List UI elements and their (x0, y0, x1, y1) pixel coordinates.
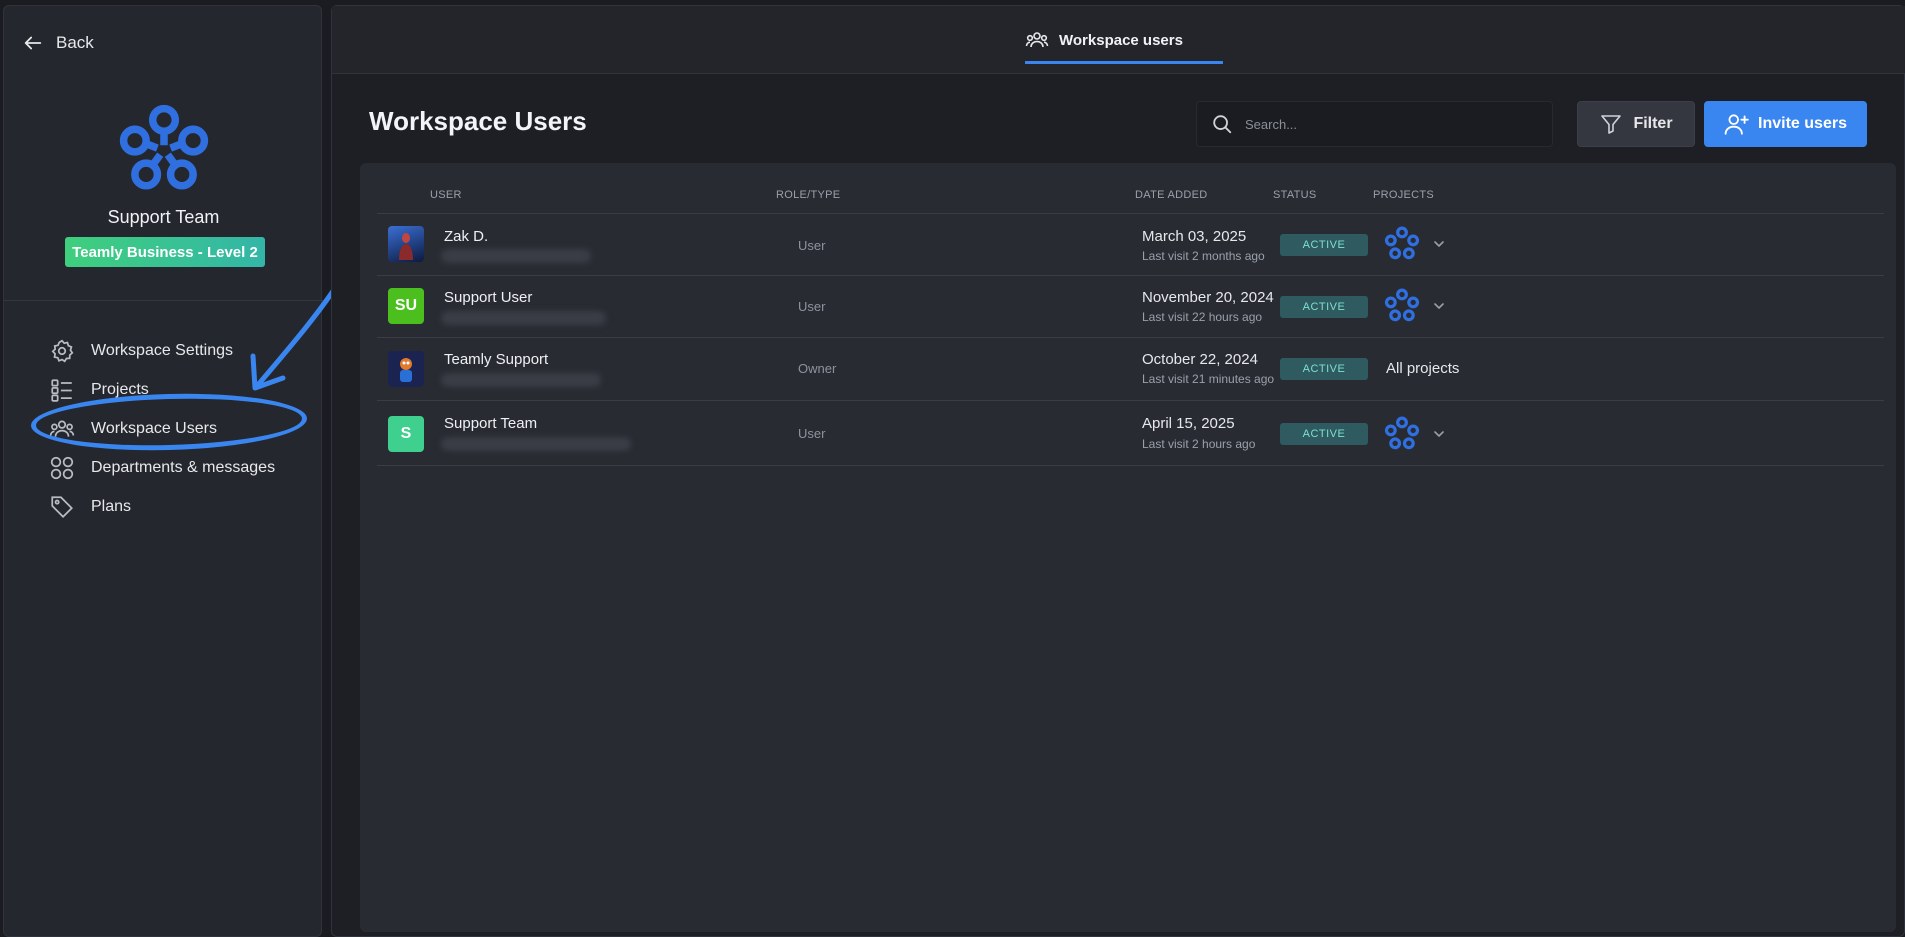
column-header-user: USER (430, 189, 462, 201)
sidebar-item-plans[interactable]: Plans (49, 487, 275, 526)
sidebar-item-label: Plans (91, 497, 132, 515)
table-row[interactable]: SU Support User User November 20, 2024 L… (377, 275, 1884, 337)
status-badge: ACTIVE (1280, 423, 1368, 445)
avatar (388, 226, 424, 262)
date-added: October 22, 2024 (1142, 351, 1258, 368)
status-badge: ACTIVE (1280, 358, 1368, 380)
grid-circles-icon (50, 456, 74, 479)
sidebar-item-label: Departments & messages (91, 458, 276, 476)
status-badge: ACTIVE (1280, 234, 1368, 256)
search-input[interactable] (1245, 116, 1535, 132)
project-logo-icon (1384, 288, 1420, 322)
tab-workspace-users[interactable]: Workspace users (1025, 28, 1183, 52)
last-visit: Last visit 2 months ago (1142, 249, 1265, 263)
user-email-blurred (441, 311, 606, 325)
arrow-left-icon (24, 36, 42, 50)
user-name: Support Team (444, 415, 538, 432)
project-logo-icon (1384, 416, 1420, 450)
list-icon (51, 378, 72, 402)
plan-badge: Teamly Business - Level 2 (65, 237, 265, 267)
date-added: November 20, 2024 (1142, 289, 1274, 306)
workspace-logo-icon (119, 104, 209, 190)
chevron-down-icon[interactable] (1431, 426, 1447, 442)
column-header-status: STATUS (1273, 189, 1317, 201)
person-photo-icon (399, 233, 413, 260)
avatar: S (388, 416, 424, 452)
sidebar-item-departments[interactable]: Departments & messages (49, 448, 275, 487)
active-tab-indicator (1025, 61, 1223, 64)
column-header-date-added: DATE ADDED (1135, 189, 1208, 201)
filter-label: Filter (1633, 115, 1673, 132)
invite-users-button[interactable]: Invite users (1704, 101, 1867, 147)
table-row[interactable]: Zak D. User March 03, 2025 Last visit 2 … (377, 213, 1884, 275)
avatar (388, 351, 424, 387)
search-box[interactable] (1196, 101, 1553, 147)
users-table: USER ROLE/TYPE DATE ADDED STATUS PROJECT… (360, 163, 1896, 932)
add-user-icon (1724, 114, 1749, 135)
last-visit: Last visit 22 hours ago (1142, 310, 1263, 324)
tag-icon (51, 495, 73, 518)
column-header-projects: PROJECTS (1373, 189, 1435, 201)
filter-button[interactable]: Filter (1577, 101, 1695, 147)
chevron-down-icon[interactable] (1431, 236, 1447, 252)
user-name: Teamly Support (444, 351, 549, 368)
table-row[interactable]: Teamly Support Owner October 22, 2024 La… (377, 337, 1884, 400)
status-badge: ACTIVE (1280, 296, 1368, 318)
gear-icon (51, 339, 74, 362)
avatar: SU (388, 288, 424, 324)
tab-label: Workspace users (1059, 31, 1183, 49)
table-row[interactable]: S Support Team User April 15, 2025 Last … (377, 400, 1884, 466)
user-role: User (798, 238, 826, 253)
user-name: Support User (444, 289, 533, 306)
last-visit: Last visit 21 minutes ago (1142, 372, 1275, 386)
sidebar-item-label: Workspace Settings (91, 341, 233, 359)
users-icon (1025, 32, 1049, 48)
user-role: Owner (798, 361, 837, 376)
robot-avatar-icon (400, 358, 412, 382)
filter-icon (1601, 115, 1622, 134)
back-button[interactable]: Back (22, 32, 94, 54)
page-title: Workspace Users (369, 106, 587, 136)
user-email-blurred (441, 249, 591, 263)
invite-label: Invite users (1758, 115, 1847, 132)
workspace-name: Support Team (107, 207, 220, 227)
user-name: Zak D. (444, 228, 489, 245)
chevron-down-icon[interactable] (1431, 298, 1447, 314)
search-icon (1213, 115, 1232, 134)
last-visit: Last visit 2 hours ago (1142, 437, 1256, 451)
date-added: April 15, 2025 (1142, 415, 1235, 432)
projects-all: All projects (1386, 360, 1460, 377)
sidebar: Back Support Team Teamly Business - Leve… (3, 5, 344, 937)
column-header-role: ROLE/TYPE (776, 189, 841, 201)
user-email-blurred (441, 437, 631, 451)
top-tab-bar: Workspace users (332, 6, 1905, 74)
main-area: Workspace users Workspace Users Filter I… (331, 5, 1905, 937)
project-logo-icon (1384, 226, 1420, 260)
user-role: User (798, 426, 826, 441)
user-role: User (798, 299, 826, 314)
user-email-blurred (441, 373, 601, 387)
date-added: March 03, 2025 (1142, 228, 1247, 245)
back-label: Back (56, 33, 94, 52)
app-root: Back Support Team Teamly Business - Leve… (0, 0, 1905, 937)
